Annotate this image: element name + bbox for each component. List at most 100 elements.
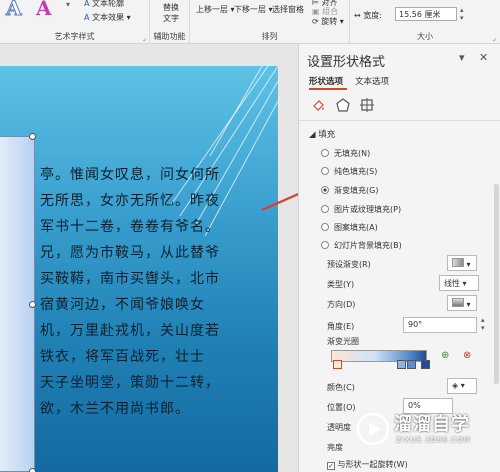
remove-gradient-stop-icon[interactable]: ⊗ — [463, 350, 471, 361]
add-gradient-stop-icon[interactable]: ⊕ — [441, 350, 449, 361]
fill-option-radio[interactable]: 无填充(N) — [321, 148, 370, 159]
watermark-url: ZIXUE.3D66.COM — [396, 436, 471, 444]
divider — [299, 120, 500, 121]
size-group-label: 大小 — [417, 32, 433, 41]
width-input[interactable]: 15.56 厘米 — [395, 7, 457, 21]
type-dropdown[interactable]: 线性 ▾ — [439, 275, 479, 291]
dropdown-arrow-icon: ▾ — [460, 381, 465, 390]
brightness-label: 亮度 — [327, 443, 343, 452]
fill-option-radio[interactable]: 幻灯片背景填充(B) — [321, 240, 402, 251]
radio-button-icon — [321, 167, 329, 175]
text-outline-button[interactable]: A 文本轮廓 — [84, 0, 124, 9]
wordart-group-label: 艺术字样式 — [54, 32, 95, 41]
poem-line: 铁衣，将军百战死，壮士 — [40, 349, 205, 365]
resize-handle-right[interactable] — [29, 301, 36, 308]
fill-line-icon[interactable] — [311, 97, 327, 113]
size-dialog-launcher-icon[interactable]: ⌟ — [493, 34, 496, 42]
rotate-with-shape-checkbox[interactable]: ✓ 与形状一起旋转(W) — [327, 459, 408, 470]
size-properties-icon[interactable] — [359, 97, 375, 113]
pane-options-dropdown-icon[interactable]: ▾ — [459, 51, 465, 64]
fill-option-radio[interactable]: 图案填充(A) — [321, 222, 378, 233]
accessibility-group: 替换 文字 辅助功能 — [150, 0, 190, 44]
dropdown-arrow-icon: ▾ — [466, 300, 471, 309]
poem-line: 买鞍鞯，南市买辔头，北市 — [40, 271, 220, 287]
radio-button-icon — [321, 149, 329, 157]
pane-scrollbar[interactable] — [494, 184, 499, 384]
dropdown-arrow-icon: ▾ — [466, 260, 471, 269]
rotate-button[interactable]: ⟳ 旋转 ▾ — [312, 16, 344, 27]
radio-button-icon — [321, 241, 329, 249]
text-effects-button[interactable]: A 文本效果 ▾ — [84, 12, 131, 23]
angle-spinner[interactable]: ▴ ▾ — [481, 316, 485, 332]
dropdown-arrow-icon: ▾ — [462, 279, 467, 288]
poem-text-box[interactable]: 亭。惟闻女叹息，问女何所 无所思，女亦无所忆。昨夜 军书十二卷，卷卷有爷名。 兄，愿为… — [40, 162, 280, 422]
wordart-styles-group: A A ▾ A 文本轮廓 A 文本效果 ▾ 艺术字样式 ⌟ — [0, 0, 150, 44]
gradient-stop-2[interactable] — [397, 360, 406, 369]
wordart-style-pink-a-icon[interactable]: A — [36, 0, 52, 20]
poem-line: 宿黄河边，不闻爷娘唤女 — [40, 297, 205, 313]
accessibility-group-label: 辅助功能 — [153, 32, 186, 41]
selected-shape[interactable] — [0, 133, 36, 472]
tab-shape-options[interactable]: 形状选项 — [309, 75, 343, 87]
radio-button-icon — [321, 205, 329, 213]
angle-label: 角度(E) — [327, 322, 355, 331]
resize-handle-bottom-right[interactable] — [29, 468, 36, 472]
poem-line: 机，万里赴戎机，关山度若 — [40, 323, 220, 339]
angle-input[interactable]: 90° — [403, 317, 477, 333]
send-backward-button[interactable]: 下移一层 ▾ — [234, 4, 273, 15]
gradient-stop-3[interactable] — [407, 360, 416, 369]
poem-line: 无所思，女亦无所忆。昨夜 — [40, 193, 220, 209]
selection-pane-button[interactable]: 选择窗格 — [272, 4, 304, 15]
width-icon: ↔ — [354, 11, 361, 20]
arrange-group: 上移一层 ▾ 下移一层 ▾ 选择窗格 ⊨ 对齐 ▣ 组合 ⟳ 旋转 ▾ 排列 — [190, 0, 350, 44]
checkbox-checked-icon: ✓ — [327, 462, 335, 470]
text-outline-icon: A — [84, 0, 90, 8]
wordart-dialog-launcher-icon[interactable]: ⌟ — [143, 34, 146, 42]
slide[interactable]: 亭。惟闻女叹息，问女何所 无所思，女亦无所忆。昨夜 军书十二卷，卷卷有爷名。 兄，愿为… — [0, 66, 278, 472]
resize-handle-top-right[interactable] — [29, 133, 36, 140]
poem-line: 兄，愿为市鞍马，从此替爷 — [40, 245, 220, 261]
preset-gradient-label: 预设渐变(R) — [327, 260, 371, 269]
gradient-swatch-icon — [452, 258, 464, 267]
ribbon: A A ▾ A 文本轮廓 A 文本效果 ▾ 艺术字样式 ⌟ 替换 文字 辅助功能… — [0, 0, 500, 44]
width-spinner[interactable]: ▴ ▾ — [460, 6, 464, 22]
poem-line: 军书十二卷，卷卷有爷名。 — [40, 219, 220, 235]
effects-pentagon-icon[interactable] — [335, 97, 351, 113]
fill-option-radio[interactable]: 纯色填充(S) — [321, 166, 377, 177]
radio-button-icon — [321, 223, 329, 231]
tab-text-options[interactable]: 文本选项 — [355, 75, 389, 87]
alt-text-button[interactable]: 替换 文字 — [156, 2, 186, 24]
preset-gradient-dropdown[interactable]: ▾ — [447, 255, 477, 271]
text-effects-icon: A — [84, 13, 90, 22]
direction-label: 方向(D) — [327, 300, 356, 309]
paint-bucket-icon: ◈ — [452, 381, 459, 390]
size-group: ↔ 宽度: 15.56 厘米 ▴ ▾ 大小 ⌟ — [350, 0, 500, 44]
rotate-icon: ⟳ — [312, 17, 319, 26]
gallery-expand-icon[interactable]: ▾ — [66, 0, 70, 9]
color-picker-button[interactable]: ◈ ▾ — [447, 378, 477, 394]
gradient-stop-4[interactable] — [421, 360, 430, 369]
fill-option-radio[interactable]: 图片或纹理填充(P) — [321, 204, 401, 215]
transparency-label: 透明度 — [327, 423, 351, 432]
watermark-logo-icon — [356, 412, 390, 446]
gradient-stop-1[interactable] — [333, 360, 342, 369]
poem-line: 欲，木兰不用尚书郎。 — [40, 401, 190, 417]
wordart-style-outline-a-icon[interactable]: A — [6, 0, 23, 21]
type-label: 类型(Y) — [327, 280, 355, 289]
poem-line: 亭。惟闻女叹息，问女何所 — [40, 167, 220, 183]
slide-editing-area: 亭。惟闻女叹息，问女何所 无所思，女亦无所忆。昨夜 军书十二卷，卷卷有爷名。 兄，愿为… — [0, 44, 298, 472]
active-tab-indicator — [309, 88, 347, 90]
fill-option-radio[interactable]: 渐变填充(G) — [321, 185, 378, 196]
pane-title: 设置形状格式 — [307, 55, 386, 70]
direction-swatch-icon — [452, 298, 464, 307]
arrange-group-label: 排列 — [261, 32, 278, 41]
color-label: 颜色(C) — [327, 383, 355, 392]
close-icon[interactable]: ✕ — [479, 51, 488, 64]
direction-dropdown[interactable]: ▾ — [447, 295, 477, 311]
width-label: ↔ 宽度: — [354, 11, 382, 20]
bring-forward-button[interactable]: 上移一层 ▾ — [196, 4, 235, 15]
fill-section-header[interactable]: ◢ 填充 — [309, 128, 335, 140]
watermark: 溜溜自学 ZIXUE.3D66.COM — [352, 404, 500, 454]
watermark-brand: 溜溜自学 — [394, 414, 470, 435]
poem-line: 天子坐明堂，策勋十二转， — [40, 375, 220, 391]
